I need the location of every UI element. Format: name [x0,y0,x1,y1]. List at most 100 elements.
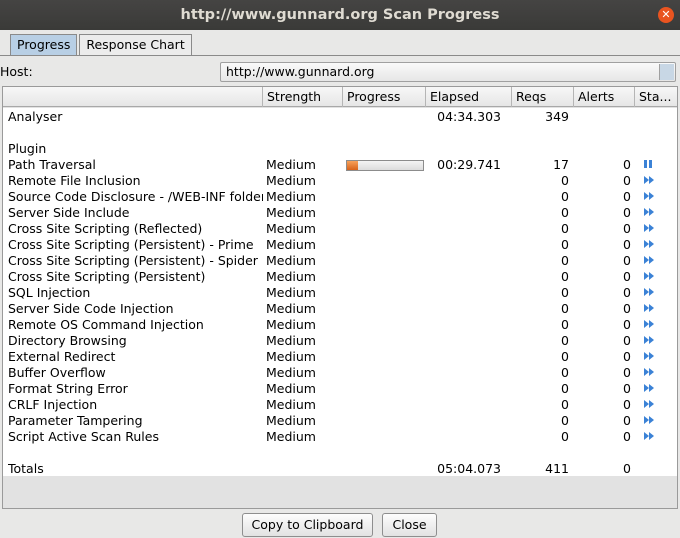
plugin-name: Remote OS Command Injection [8,317,204,332]
totals-row[interactable]: Totals 05:04.073 411 0 [3,461,677,477]
play-icon[interactable] [643,383,655,393]
plugin-row[interactable]: Parameter Tampering Medium 0 0 [3,413,677,429]
plugin-alerts: 0 [623,381,631,396]
plugin-strength: Medium [266,157,316,172]
plugin-row[interactable]: Buffer Overflow Medium 0 0 [3,365,677,381]
plugin-strength: Medium [266,269,316,284]
play-icon[interactable] [643,239,655,249]
plugin-row[interactable]: CRLF Injection Medium 0 0 [3,397,677,413]
plugin-reqs: 0 [561,253,569,268]
plugin-name: Source Code Disclosure - /WEB-INF folder [8,189,263,204]
tab-divider [0,55,680,56]
col-header-progress[interactable]: Progress [343,87,426,107]
close-button[interactable]: Close [382,513,437,537]
col-header-name[interactable] [3,87,263,107]
plugin-header-row[interactable]: Plugin [3,141,677,157]
play-icon[interactable] [643,237,673,253]
play-icon[interactable] [643,271,655,281]
plugin-reqs: 0 [561,237,569,252]
play-icon[interactable] [643,399,655,409]
pause-icon[interactable] [643,157,673,173]
dropdown-arrow-icon[interactable] [659,64,674,80]
play-icon[interactable] [643,287,655,297]
play-icon[interactable] [643,367,655,377]
plugin-row[interactable]: Cross Site Scripting (Persistent) - Prim… [3,237,677,253]
col-header-alerts[interactable]: Alerts [574,87,635,107]
plugin-alerts: 0 [623,285,631,300]
play-icon[interactable] [643,207,655,217]
play-icon[interactable] [643,269,673,285]
col-header-status[interactable]: Sta... [635,87,677,107]
play-icon[interactable] [643,303,655,313]
play-icon[interactable] [643,189,673,205]
plugin-alerts: 0 [623,173,631,188]
copy-to-clipboard-button[interactable]: Copy to Clipboard [242,513,373,537]
play-icon[interactable] [643,255,655,265]
plugin-row[interactable]: Source Code Disclosure - /WEB-INF folder… [3,189,677,205]
col-header-strength[interactable]: Strength [263,87,343,107]
play-icon[interactable] [643,349,673,365]
tab-progress[interactable]: Progress [10,34,78,55]
plugin-row[interactable]: Format String Error Medium 0 0 [3,381,677,397]
plugin-row[interactable]: Script Active Scan Rules Medium 0 0 [3,429,677,445]
plugin-reqs: 0 [561,349,569,364]
plugin-name: Cross Site Scripting (Persistent) - Spid… [8,253,258,268]
plugin-alerts: 0 [623,333,631,348]
plugin-alerts: 0 [623,269,631,284]
play-icon[interactable] [643,223,655,233]
play-icon[interactable] [643,351,655,361]
col-header-elapsed[interactable]: Elapsed [426,87,512,107]
play-icon[interactable] [643,333,673,349]
tab-response-chart[interactable]: Response Chart [79,34,192,55]
play-icon[interactable] [643,365,673,381]
plugin-row[interactable]: Remote File Inclusion Medium 0 0 [3,173,677,189]
plugin-name: Parameter Tampering [8,413,143,428]
totals-label: Totals [8,461,44,476]
plugin-row[interactable]: Remote OS Command Injection Medium 0 0 [3,317,677,333]
plugin-strength: Medium [266,205,316,220]
plugin-row[interactable]: Server Side Include Medium 0 0 [3,205,677,221]
host-select[interactable]: http://www.gunnard.org [220,62,676,82]
play-icon[interactable] [643,415,655,425]
play-icon[interactable] [643,413,673,429]
col-header-reqs[interactable]: Reqs [512,87,574,107]
play-icon[interactable] [643,381,673,397]
play-icon[interactable] [643,253,673,269]
plugin-row[interactable]: External Redirect Medium 0 0 [3,349,677,365]
play-icon[interactable] [643,205,673,221]
window-title: http://www.gunnard.org Scan Progress [180,7,500,23]
plugin-strength: Medium [266,285,316,300]
analyser-reqs: 349 [545,109,569,124]
play-icon[interactable] [643,317,673,333]
play-icon[interactable] [643,191,655,201]
play-icon[interactable] [643,285,673,301]
plugin-name: Format String Error [8,381,128,396]
pause-icon[interactable] [643,159,655,169]
play-icon[interactable] [643,397,673,413]
play-icon[interactable] [643,301,673,317]
plugin-row[interactable]: Cross Site Scripting (Persistent) - Spid… [3,253,677,269]
progress-bar-fill [347,161,358,170]
plugin-strength: Medium [266,365,316,380]
close-window-icon[interactable]: ✕ [658,7,674,23]
analyser-row[interactable]: Analyser 04:34.303 349 [3,109,677,125]
play-icon[interactable] [643,431,655,441]
plugin-row[interactable]: Cross Site Scripting (Persistent) Medium 0… [3,269,677,285]
plugin-row[interactable]: SQL Injection Medium 0 0 [3,285,677,301]
plugin-row[interactable]: Path Traversal Medium 00:29.741 17 0 [3,157,677,173]
plugin-alerts: 0 [623,349,631,364]
plugin-name: External Redirect [8,349,116,364]
plugin-reqs: 0 [561,429,569,444]
plugin-name: CRLF Injection [8,397,98,412]
plugin-row[interactable]: Directory Browsing Medium 0 0 [3,333,677,349]
plugin-row[interactable]: Server Side Code Injection Medium 0 0 [3,301,677,317]
play-icon[interactable] [643,319,655,329]
plugin-reqs: 0 [561,413,569,428]
play-icon[interactable] [643,429,673,445]
plugin-elapsed: 00:29.741 [437,157,501,172]
play-icon[interactable] [643,175,655,185]
play-icon[interactable] [643,335,655,345]
play-icon[interactable] [643,173,673,189]
play-icon[interactable] [643,221,673,237]
plugin-row[interactable]: Cross Site Scripting (Reflected) Medium 0 0 [3,221,677,237]
